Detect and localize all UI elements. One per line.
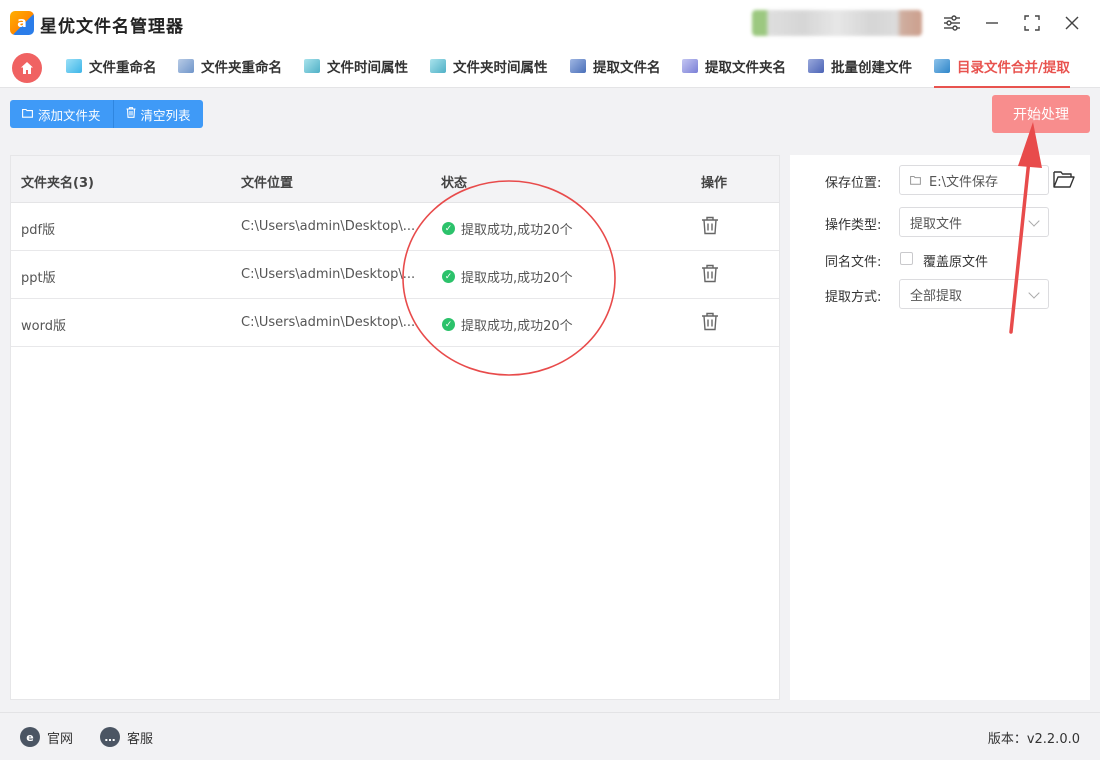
folder-name-cell: word版 — [21, 319, 66, 334]
delete-row-icon[interactable] — [701, 312, 721, 332]
folder-rename-icon — [178, 59, 194, 73]
list-toolbar: 添加文件夹 清空列表 — [10, 100, 203, 128]
delete-row-icon[interactable] — [701, 264, 721, 284]
folder-icon — [22, 108, 33, 121]
home-icon — [21, 62, 33, 74]
app-title: 星优文件名管理器 — [40, 17, 184, 37]
folder-name-cell: pdf版 — [21, 223, 56, 238]
success-check-icon: ✓ — [442, 270, 455, 283]
table-row[interactable]: ppt版 C:\Users\admin\Desktop\... ✓ 提取成功,成… — [11, 251, 779, 299]
table-row[interactable]: pdf版 C:\Users\admin\Desktop\... ✓ 提取成功,成… — [11, 203, 779, 251]
save-location-field[interactable]: E:\文件保存 — [899, 165, 1049, 195]
tab-folder-time[interactable]: 文件夹时间属性 — [430, 46, 548, 86]
folder-path-cell: C:\Users\admin\Desktop\... — [241, 267, 416, 282]
folder-path-cell: C:\Users\admin\Desktop\... — [241, 219, 416, 234]
extract-mode-label: 提取方式: — [825, 290, 882, 305]
status-cell: ✓ 提取成功,成功20个 — [442, 267, 573, 286]
tab-file-rename[interactable]: 文件重命名 — [66, 46, 157, 86]
minimize-icon[interactable] — [979, 10, 1005, 36]
extract-foldername-icon — [682, 59, 698, 73]
settings-icon[interactable] — [939, 10, 965, 36]
extract-filename-icon — [570, 59, 586, 73]
close-icon[interactable] — [1059, 10, 1085, 36]
column-header-location: 文件位置 — [241, 176, 294, 191]
chat-icon: … — [100, 727, 120, 747]
overwrite-label: 覆盖原文件 — [923, 255, 989, 270]
title-bar: a 星优文件名管理器 — [0, 0, 1100, 46]
maximize-icon[interactable] — [1019, 10, 1045, 36]
batch-create-icon — [808, 59, 824, 73]
home-button[interactable] — [12, 53, 42, 83]
tab-extract-filename[interactable]: 提取文件名 — [570, 46, 661, 86]
column-header-folder-name: 文件夹名(3) — [21, 176, 94, 191]
file-rename-icon — [66, 59, 82, 73]
status-cell: ✓ 提取成功,成功20个 — [442, 315, 573, 334]
folder-icon — [910, 175, 921, 185]
add-folder-button[interactable]: 添加文件夹 — [10, 100, 114, 128]
clear-list-button[interactable]: 清空列表 — [113, 100, 203, 128]
success-check-icon: ✓ — [442, 318, 455, 331]
folder-name-cell: ppt版 — [21, 271, 56, 286]
support-link[interactable]: … 客服 — [100, 727, 153, 747]
tab-file-time[interactable]: 文件时间属性 — [304, 46, 408, 86]
settings-panel: 保存位置: E:\文件保存 操作类型: 提取文件 同名文件: 覆盖原文件 提取方… — [790, 155, 1090, 700]
trash-icon — [126, 107, 136, 121]
user-avatar-blurred[interactable] — [752, 10, 922, 36]
tab-batch-create[interactable]: 批量创建文件 — [808, 46, 912, 86]
version-label: 版本：v2.2.0.0 — [987, 732, 1080, 747]
website-link[interactable]: e 官网 — [20, 727, 73, 747]
same-name-label: 同名文件: — [825, 255, 882, 270]
column-header-status: 状态 — [441, 176, 468, 191]
folder-table: 文件夹名(3) 文件位置 状态 操作 pdf版 C:\Users\admin\D… — [10, 155, 780, 700]
chevron-down-icon — [1028, 215, 1040, 227]
tab-extract-foldername[interactable]: 提取文件夹名 — [682, 46, 786, 86]
success-check-icon: ✓ — [442, 222, 455, 235]
browser-icon: e — [20, 727, 40, 747]
extract-mode-select[interactable]: 全部提取 — [899, 279, 1049, 309]
chevron-down-icon — [1028, 287, 1040, 299]
tab-folder-rename[interactable]: 文件夹重命名 — [178, 46, 282, 86]
table-row[interactable]: word版 C:\Users\admin\Desktop\... ✓ 提取成功,… — [11, 299, 779, 347]
operation-type-label: 操作类型: — [825, 218, 882, 233]
table-header: 文件夹名(3) 文件位置 状态 操作 — [11, 156, 779, 203]
operation-type-select[interactable]: 提取文件 — [899, 207, 1049, 237]
app-logo: a — [10, 11, 34, 35]
browse-folder-icon[interactable] — [1053, 170, 1075, 190]
delete-row-icon[interactable] — [701, 216, 721, 236]
folder-path-cell: C:\Users\admin\Desktop\... — [241, 315, 416, 330]
overwrite-checkbox[interactable] — [900, 252, 913, 265]
merge-extract-icon — [934, 59, 950, 73]
folder-time-icon — [430, 59, 446, 73]
column-header-action: 操作 — [701, 176, 728, 191]
tab-merge-extract[interactable]: 目录文件合并/提取 — [934, 46, 1070, 88]
feature-tabs: 文件重命名 文件夹重命名 文件时间属性 文件夹时间属性 提取文件名 提取文件夹名… — [0, 46, 1100, 88]
start-processing-button[interactable]: 开始处理 — [992, 95, 1090, 133]
footer: e 官网 … 客服 版本：v2.2.0.0 — [0, 712, 1100, 760]
save-location-label: 保存位置: — [825, 176, 882, 191]
status-cell: ✓ 提取成功,成功20个 — [442, 219, 573, 238]
file-time-icon — [304, 59, 320, 73]
